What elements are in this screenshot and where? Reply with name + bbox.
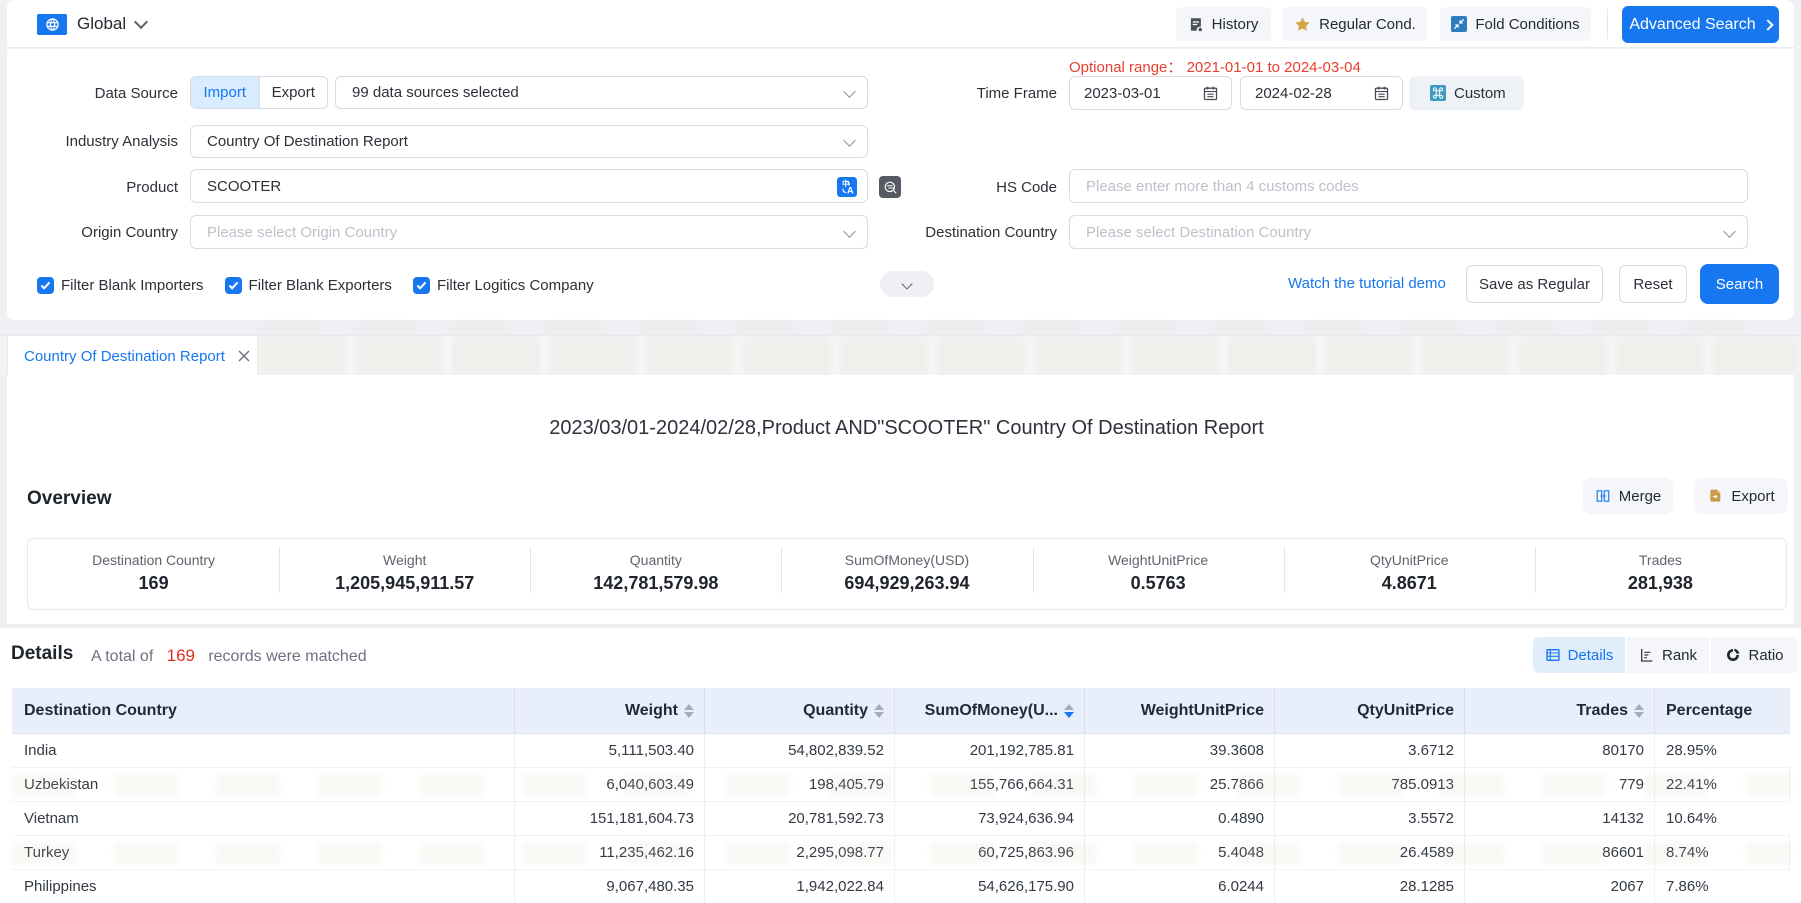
svg-text:A: A [847, 186, 854, 196]
